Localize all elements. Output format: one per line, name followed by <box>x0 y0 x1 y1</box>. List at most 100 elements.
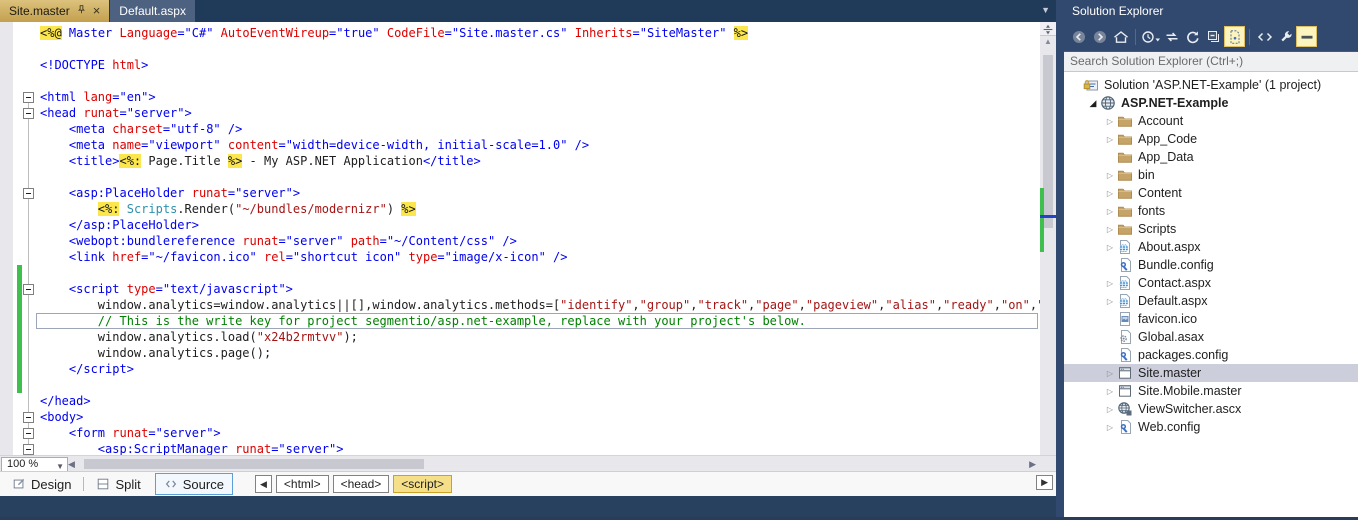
code-line[interactable]: <%: Scripts.Render("~/bundles/modernizr"… <box>0 201 1040 217</box>
vertical-scroll-thumb[interactable] <box>1043 55 1053 228</box>
history-button[interactable] <box>1140 26 1161 47</box>
code-text-area[interactable]: <%@ Master Language="C#" AutoEventWireup… <box>0 25 1040 477</box>
close-icon[interactable]: × <box>93 6 101 16</box>
properties-button[interactable] <box>1275 26 1296 47</box>
code-line[interactable]: <meta charset="utf-8" /> <box>0 121 1040 137</box>
expander-open-icon[interactable]: ◢ <box>1087 98 1099 109</box>
code-line[interactable]: <form runat="server"> <box>0 425 1040 441</box>
expander-closed-icon[interactable]: ▷ <box>1104 369 1116 378</box>
tree-item[interactable]: ▷Site.master <box>1064 364 1358 382</box>
sync-active-document-button[interactable] <box>1161 26 1182 47</box>
code-line[interactable] <box>0 73 1040 89</box>
tree-item[interactable]: ▷Web.config <box>1064 418 1358 436</box>
expander-closed-icon[interactable]: ▷ <box>1104 135 1116 144</box>
expander-closed-icon[interactable]: ▷ <box>1104 189 1116 198</box>
tree-item[interactable]: App_Data <box>1064 148 1358 166</box>
breadcrumb-tag[interactable]: <html> <box>276 475 329 493</box>
code-line[interactable]: <!DOCTYPE html> <box>0 57 1040 73</box>
expander-closed-icon[interactable]: ▷ <box>1104 171 1116 180</box>
tree-item[interactable]: favicon.ico <box>1064 310 1358 328</box>
document-tab[interactable]: Site.master× <box>0 0 109 22</box>
code-line[interactable]: <html lang="en"> <box>0 89 1040 105</box>
tree-item[interactable]: ▷fonts <box>1064 202 1358 220</box>
code-line[interactable]: window.analytics.load("x24b2rmtvv"); <box>0 329 1040 345</box>
code-editor[interactable]: <%@ Master Language="C#" AutoEventWireup… <box>0 22 1040 477</box>
expander-closed-icon[interactable]: ▷ <box>1104 279 1116 288</box>
tree-item[interactable]: Global.asax <box>1064 328 1358 346</box>
tree-item[interactable]: ▷Default.aspx <box>1064 292 1358 310</box>
split-view-button[interactable]: Split <box>88 474 148 494</box>
breadcrumb-overflow-icon[interactable]: ▶ <box>1036 475 1053 490</box>
tree-item[interactable]: ▷Scripts <box>1064 220 1358 238</box>
horizontal-scrollbar[interactable]: 100 % ▼ ◀ ▶ <box>0 455 1056 472</box>
fold-toggle-icon[interactable] <box>23 412 34 423</box>
expander-closed-icon[interactable]: ▷ <box>1104 225 1116 234</box>
tree-item[interactable]: ▷bin <box>1064 166 1358 184</box>
vertical-scrollbar[interactable]: ▲ ▼ <box>1040 22 1056 477</box>
code-line[interactable]: <%@ Master Language="C#" AutoEventWireup… <box>0 25 1040 41</box>
code-line[interactable]: </asp:PlaceHolder> <box>0 217 1040 233</box>
code-line[interactable]: <webopt:bundlereference runat="server" p… <box>0 233 1040 249</box>
code-line[interactable] <box>0 377 1040 393</box>
tree-item[interactable]: ▷App_Code <box>1064 130 1358 148</box>
pin-icon[interactable] <box>76 4 87 18</box>
fold-toggle-icon[interactable] <box>23 108 34 119</box>
tree-item[interactable]: ▷ViewSwitcher.ascx <box>1064 400 1358 418</box>
tree-item[interactable]: ◢ASP.NET-Example <box>1064 94 1358 112</box>
fold-toggle-icon[interactable] <box>23 444 34 455</box>
expander-closed-icon[interactable]: ▷ <box>1104 297 1116 306</box>
expander-closed-icon[interactable]: ▷ <box>1104 117 1116 126</box>
collapse-all-button[interactable] <box>1203 26 1224 47</box>
breadcrumb-tag[interactable]: <head> <box>333 475 390 493</box>
breadcrumb-back-icon[interactable]: ◀ <box>255 475 272 493</box>
home-button[interactable] <box>1110 26 1131 47</box>
expander-closed-icon[interactable]: ▷ <box>1104 387 1116 396</box>
code-line[interactable]: </script> <box>0 361 1040 377</box>
preview-selected-items-button[interactable] <box>1296 26 1317 47</box>
scroll-left-arrow-icon[interactable]: ◀ <box>68 459 75 470</box>
tree-item[interactable]: ▷Contact.aspx <box>1064 274 1358 292</box>
code-line[interactable]: window.analytics.page(); <box>0 345 1040 361</box>
breadcrumb-tag[interactable]: <script> <box>393 475 452 493</box>
expander-closed-icon[interactable]: ▷ <box>1104 423 1116 432</box>
tree-item[interactable]: ▷About.aspx <box>1064 238 1358 256</box>
code-line[interactable]: </head> <box>0 393 1040 409</box>
show-all-files-button[interactable] <box>1224 26 1245 47</box>
code-line[interactable] <box>0 169 1040 185</box>
design-view-button[interactable]: Design <box>4 474 79 494</box>
document-well-dropdown-icon[interactable]: ▼ <box>1041 5 1050 15</box>
code-line[interactable]: <asp:PlaceHolder runat="server"> <box>0 185 1040 201</box>
forward-button[interactable] <box>1089 26 1110 47</box>
code-line[interactable]: <body> <box>0 409 1040 425</box>
expander-closed-icon[interactable]: ▷ <box>1104 243 1116 252</box>
tree-item[interactable]: Bundle.config <box>1064 256 1358 274</box>
code-line[interactable]: // This is the write key for project seg… <box>0 313 1040 329</box>
back-button[interactable] <box>1068 26 1089 47</box>
expander-closed-icon[interactable]: ▷ <box>1104 207 1116 216</box>
code-line[interactable]: <head runat="server"> <box>0 105 1040 121</box>
editor-zoom-select[interactable]: 100 % ▼ <box>1 457 68 472</box>
fold-toggle-icon[interactable] <box>23 92 34 103</box>
source-view-button[interactable]: Source <box>155 473 233 495</box>
code-line[interactable]: <script type="text/javascript"> <box>0 281 1040 297</box>
scroll-right-arrow-icon[interactable]: ▶ <box>1029 459 1036 470</box>
fold-toggle-icon[interactable] <box>23 428 34 439</box>
tree-item[interactable]: Solution 'ASP.NET-Example' (1 project) <box>1064 76 1358 94</box>
tree-item[interactable]: ▷Site.Mobile.master <box>1064 382 1358 400</box>
view-code-button[interactable] <box>1254 26 1275 47</box>
fold-toggle-icon[interactable] <box>23 188 34 199</box>
scroll-up-arrow-icon[interactable]: ▲ <box>1040 37 1056 46</box>
tree-item[interactable]: ▷Account <box>1064 112 1358 130</box>
solution-explorer-search-input[interactable]: Search Solution Explorer (Ctrl+;) <box>1064 51 1358 72</box>
code-line[interactable]: <link href="~/favicon.ico" rel="shortcut… <box>0 249 1040 265</box>
horizontal-scroll-thumb[interactable] <box>84 459 424 469</box>
tree-item[interactable]: packages.config <box>1064 346 1358 364</box>
fold-toggle-icon[interactable] <box>23 284 34 295</box>
code-line[interactable] <box>0 41 1040 57</box>
refresh-button[interactable] <box>1182 26 1203 47</box>
code-line[interactable]: <title><%: Page.Title %> - My ASP.NET Ap… <box>0 153 1040 169</box>
code-line[interactable] <box>0 265 1040 281</box>
code-line[interactable]: <meta name="viewport" content="width=dev… <box>0 137 1040 153</box>
document-tab[interactable]: Default.aspx <box>110 0 195 22</box>
code-line[interactable]: window.analytics=window.analytics||[],wi… <box>0 297 1040 313</box>
